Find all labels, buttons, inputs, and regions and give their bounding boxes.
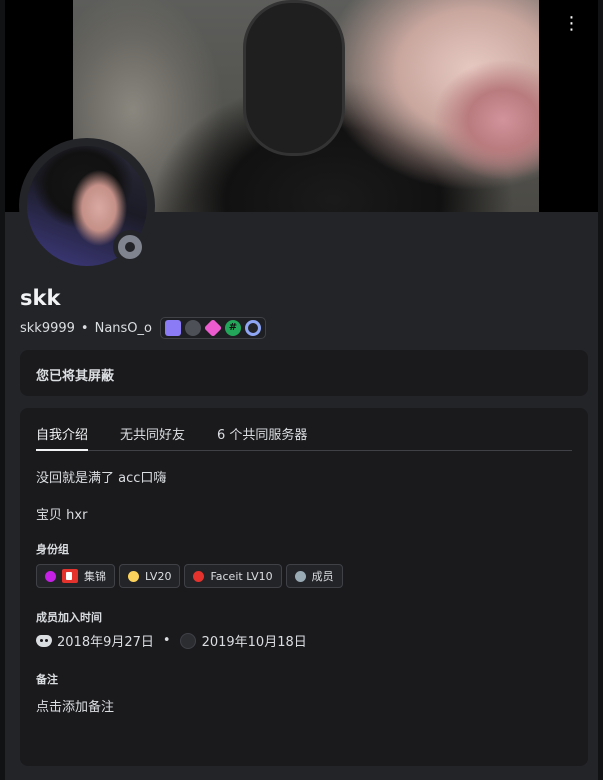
server-join-date: 2019年10月18日 [201, 635, 307, 650]
display-name: skk [20, 286, 61, 310]
bio-line-2: 宝贝 hxr [36, 508, 88, 523]
profile-panel: ⋮ skk skk9999 • NansO_o # 您已将其屏蔽 自我介绍 无共… [5, 0, 598, 780]
tab-mutual-servers[interactable]: 6 个共同服务器 [217, 424, 307, 450]
status-offline-icon [113, 230, 147, 264]
username-row: skk9999 • NansO_o # [20, 317, 266, 339]
role-chip[interactable]: 集锦 [36, 564, 115, 588]
profile-content: 自我介绍 无共同好友 6 个共同服务器 没回就是满了 acc口嗨 宝贝 hxr … [20, 408, 588, 766]
username[interactable]: skk9999 [20, 321, 75, 336]
tab-about-me[interactable]: 自我介绍 [36, 424, 89, 451]
discord-join-date: 2018年9月27日 [57, 635, 154, 650]
role-label: Faceit LV10 [210, 569, 273, 583]
profile-tabs: 自我介绍 无共同好友 6 个共同服务器 [36, 424, 572, 451]
roles-heading: 身份组 [36, 543, 69, 556]
role-chip[interactable]: 成员 [285, 564, 343, 588]
hypesquad-badge-icon[interactable] [203, 318, 223, 338]
role-chip[interactable]: LV20 [119, 564, 181, 588]
tab-mutual-friends[interactable]: 无共同好友 [120, 424, 185, 450]
badge-list: # [159, 317, 266, 339]
hashtag-badge-icon[interactable]: # [224, 320, 241, 336]
blocked-notice-text: 您已将其屏蔽 [36, 369, 115, 384]
role-label: 成员 [311, 570, 334, 583]
pronouns: NansO_o [94, 320, 152, 336]
discord-logo-icon [36, 634, 52, 647]
role-label: LV20 [145, 569, 172, 583]
role-color-dot [294, 570, 306, 582]
member-since-heading: 成员加入时间 [36, 611, 102, 624]
banner-headset-shape [243, 0, 345, 156]
separator-dot: • [162, 633, 171, 648]
role-color-dot [193, 570, 205, 582]
member-since-row: 2018年9月27日 • 2019年10月18日 [36, 631, 307, 650]
nitro-badge-icon[interactable] [164, 320, 181, 336]
role-color-dot [45, 570, 56, 582]
bio-line-1: 没回就是满了 acc口嗨 [36, 471, 167, 486]
separator-dot: • [80, 320, 89, 336]
note-input[interactable]: 点击添加备注 [36, 696, 114, 715]
more-options-button[interactable]: ⋮ [560, 12, 584, 36]
role-color-dot [128, 570, 139, 582]
video-camera-icon [62, 569, 78, 583]
note-heading: 备注 [36, 673, 58, 686]
server-icon [179, 632, 196, 649]
role-label: 集锦 [84, 570, 106, 583]
role-list: 集锦 LV20 Faceit LV10 成员 [36, 564, 343, 588]
blocked-notice: 您已将其屏蔽 [20, 350, 588, 396]
boost-badge-icon[interactable] [184, 320, 201, 336]
ring-badge-icon[interactable] [244, 320, 261, 336]
role-chip[interactable]: Faceit LV10 [184, 564, 282, 588]
